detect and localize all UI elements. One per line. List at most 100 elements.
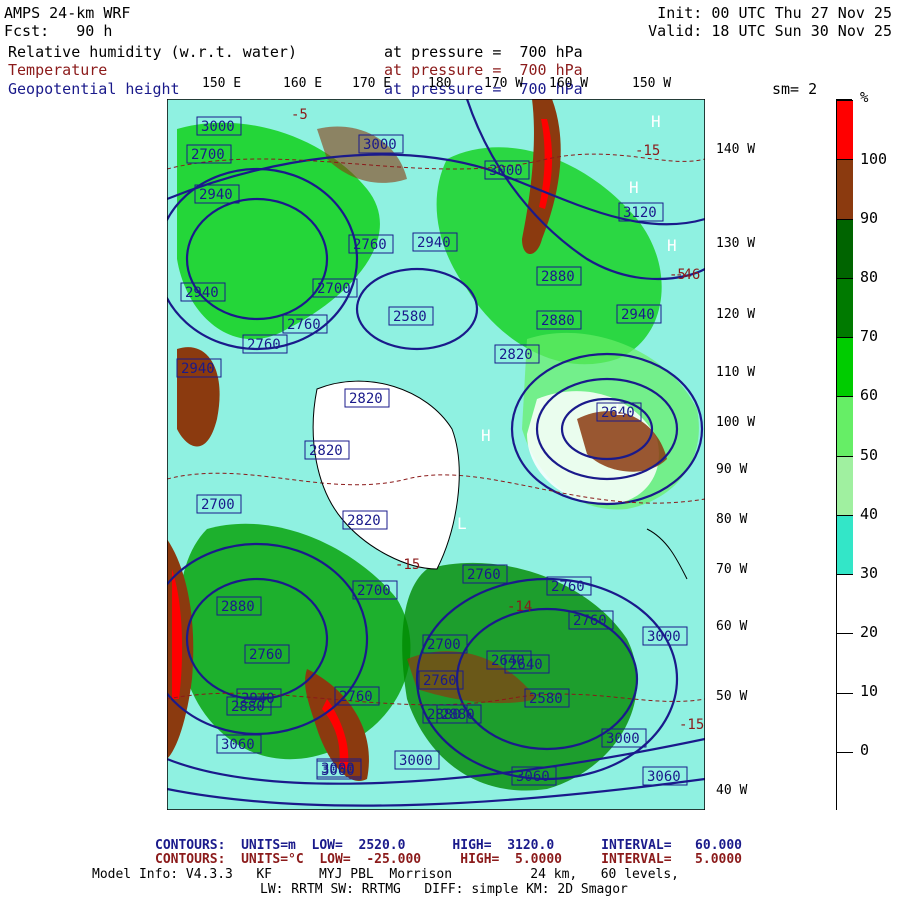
colorbar-tick: 80 xyxy=(860,268,879,286)
height-label: 2700 xyxy=(312,278,358,298)
lat-label: 140 W xyxy=(716,142,756,157)
svg-text:3000: 3000 xyxy=(647,629,681,645)
height-label: 2580 xyxy=(388,306,434,326)
svg-text:2760: 2760 xyxy=(467,567,501,583)
lon-label: 170 W xyxy=(484,76,524,91)
svg-text:2700: 2700 xyxy=(357,583,391,599)
lon-label: 160 E xyxy=(283,76,323,91)
low-center-label: L xyxy=(615,400,625,419)
svg-text:2700: 2700 xyxy=(191,147,225,163)
lon-label: 180 xyxy=(428,76,452,91)
height-label: 3060 xyxy=(511,766,557,786)
height-label: 3000 xyxy=(484,160,530,180)
height-label: 2880 xyxy=(536,310,582,330)
height-label: 2940 xyxy=(412,232,458,252)
smoothing-label: sm= 2 xyxy=(772,80,818,98)
svg-text:3000: 3000 xyxy=(201,119,235,135)
svg-text:2580: 2580 xyxy=(393,309,427,325)
field-height-name: Geopotential height xyxy=(8,80,180,98)
temp-label: -15 xyxy=(635,143,660,159)
svg-text:2820: 2820 xyxy=(499,347,533,363)
svg-text:2940: 2940 xyxy=(199,187,233,203)
svg-text:2880: 2880 xyxy=(231,699,265,715)
colorbar-segment xyxy=(837,218,853,278)
colorbar-segment xyxy=(837,751,853,811)
colorbar-segment xyxy=(837,159,853,219)
lon-label: 150 W xyxy=(632,76,672,91)
colorbar-tick: 70 xyxy=(860,327,879,345)
height-label: 2580 xyxy=(524,688,570,708)
svg-text:3060: 3060 xyxy=(516,769,550,785)
svg-text:2760: 2760 xyxy=(247,337,281,353)
height-label: 3060 xyxy=(216,734,262,754)
height-label: 2700 xyxy=(352,580,398,600)
height-label: 2820 xyxy=(342,510,388,530)
svg-text:3000: 3000 xyxy=(321,761,355,777)
svg-text:3060: 3060 xyxy=(221,737,255,753)
valid-time: Valid: 18 UTC Sun 30 Nov 25 xyxy=(648,22,892,40)
height-label: 2940 xyxy=(616,304,662,324)
colorbar-tick: 10 xyxy=(860,682,879,700)
height-label: 2760 xyxy=(546,576,592,596)
height-label: 2940 xyxy=(194,184,240,204)
height-label: 2880 xyxy=(216,596,262,616)
svg-text:3000: 3000 xyxy=(489,163,523,179)
height-label: 3120 xyxy=(618,202,664,222)
lat-label: 70 W xyxy=(716,562,748,577)
colorbar-tick: 90 xyxy=(860,209,879,227)
svg-text:3000: 3000 xyxy=(606,731,640,747)
svg-text:3000: 3000 xyxy=(363,137,397,153)
colorbar-tick: 30 xyxy=(860,564,879,582)
init-time: Init: 00 UTC Thu 27 Nov 25 xyxy=(657,4,892,22)
svg-text:2760: 2760 xyxy=(423,673,457,689)
colorbar-tick: 100 xyxy=(860,150,888,168)
colorbar-segment xyxy=(837,337,853,397)
field-rh-level: at pressure = 700 hPa xyxy=(384,43,583,61)
height-label: 2760 xyxy=(244,644,290,664)
height-label: 2700 xyxy=(196,494,242,514)
height-label: 2760 xyxy=(282,314,328,334)
height-label: 3000 xyxy=(316,758,362,778)
height-label: 3000 xyxy=(358,134,404,154)
height-label: 2760 xyxy=(334,686,380,706)
weather-map: 3000 3000 3000 3000 3060 3060 3060 3060 … xyxy=(167,99,705,810)
svg-text:2700: 2700 xyxy=(317,281,351,297)
svg-text:2940: 2940 xyxy=(417,235,451,251)
height-label: 2760 xyxy=(348,234,394,254)
colorbar-segment xyxy=(837,277,853,337)
svg-text:2880: 2880 xyxy=(541,269,575,285)
temp-label: -5 xyxy=(291,107,308,123)
lat-label: 130 W xyxy=(716,236,756,251)
svg-text:2880: 2880 xyxy=(221,599,255,615)
svg-text:3060: 3060 xyxy=(647,769,681,785)
svg-text:2760: 2760 xyxy=(287,317,321,333)
lon-label: 150 E xyxy=(202,76,242,91)
high-center-label: H xyxy=(667,236,677,255)
lat-label: 90 W xyxy=(716,462,748,477)
colorbar-tick: 40 xyxy=(860,505,879,523)
lat-label: 80 W xyxy=(716,512,748,527)
svg-text:2940: 2940 xyxy=(185,285,219,301)
svg-text:2760: 2760 xyxy=(249,647,283,663)
high-center-label: H xyxy=(629,178,639,197)
colorbar-segment xyxy=(837,514,853,574)
svg-text:2940: 2940 xyxy=(181,361,215,377)
svg-text:2760: 2760 xyxy=(551,579,585,595)
colorbar-tick: 50 xyxy=(860,446,879,464)
height-label: 3060 xyxy=(642,766,688,786)
low-center-label: L xyxy=(457,514,467,533)
colorbar-segment xyxy=(837,396,853,456)
contour-info-height: CONTOURS: UNITS=m LOW= 2520.0 HIGH= 3120… xyxy=(155,838,742,853)
svg-text:2760: 2760 xyxy=(573,613,607,629)
colorbar-segment xyxy=(837,574,853,634)
temp-label: -46 xyxy=(675,267,700,283)
field-rh-name: Relative humidity (w.r.t. water) xyxy=(8,43,297,61)
height-label: 2700 xyxy=(186,144,232,164)
field-temp-name: Temperature xyxy=(8,61,108,79)
lon-label: 160 W xyxy=(549,76,589,91)
height-label: 2880 xyxy=(536,266,582,286)
height-label: 3000 xyxy=(394,750,440,770)
colorbar-unit: % xyxy=(860,90,869,106)
svg-text:2940: 2940 xyxy=(621,307,655,323)
svg-text:2880: 2880 xyxy=(427,707,461,723)
